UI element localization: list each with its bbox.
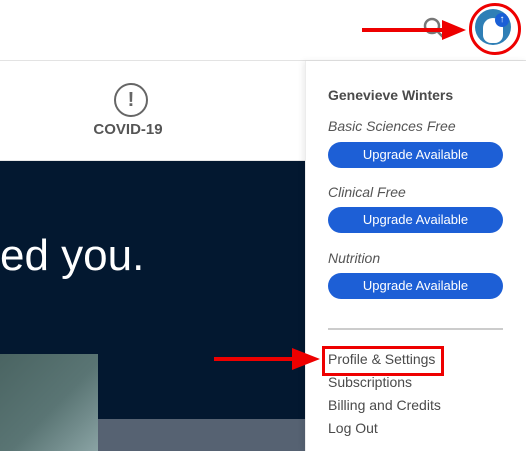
- plan-name: Nutrition: [328, 250, 381, 266]
- user-name: Genevieve Winters: [328, 87, 454, 103]
- hero-image: [0, 354, 98, 451]
- upgrade-button-nutrition[interactable]: Upgrade Available: [328, 273, 503, 299]
- annotation-arrow-profile: [214, 348, 320, 370]
- menu-link-subscriptions[interactable]: Subscriptions: [328, 374, 412, 390]
- tab-bar: ! COVID-19: [0, 61, 305, 161]
- annotation-highlight-box: [322, 346, 444, 376]
- plan-name: Basic Sciences Free: [328, 118, 456, 134]
- annotation-arrow-avatar: [362, 20, 466, 40]
- upgrade-button-clinical[interactable]: Upgrade Available: [328, 207, 503, 233]
- upgrade-button-basic-sciences[interactable]: Upgrade Available: [328, 142, 503, 168]
- annotation-circle: [469, 3, 521, 55]
- hero-headline: ed you.: [0, 231, 145, 280]
- user-dropdown-menu: Genevieve Winters Basic Sciences Free Up…: [305, 61, 526, 451]
- hero-band: [98, 419, 305, 451]
- tab-covid-19[interactable]: COVID-19: [0, 121, 256, 138]
- menu-link-billing-credits[interactable]: Billing and Credits: [328, 397, 441, 413]
- plan-name: Clinical Free: [328, 184, 406, 200]
- menu-divider: [328, 328, 503, 330]
- menu-link-log-out[interactable]: Log Out: [328, 420, 378, 436]
- hero-banner: ed you.: [0, 161, 305, 451]
- alert-circle-icon[interactable]: !: [114, 83, 148, 117]
